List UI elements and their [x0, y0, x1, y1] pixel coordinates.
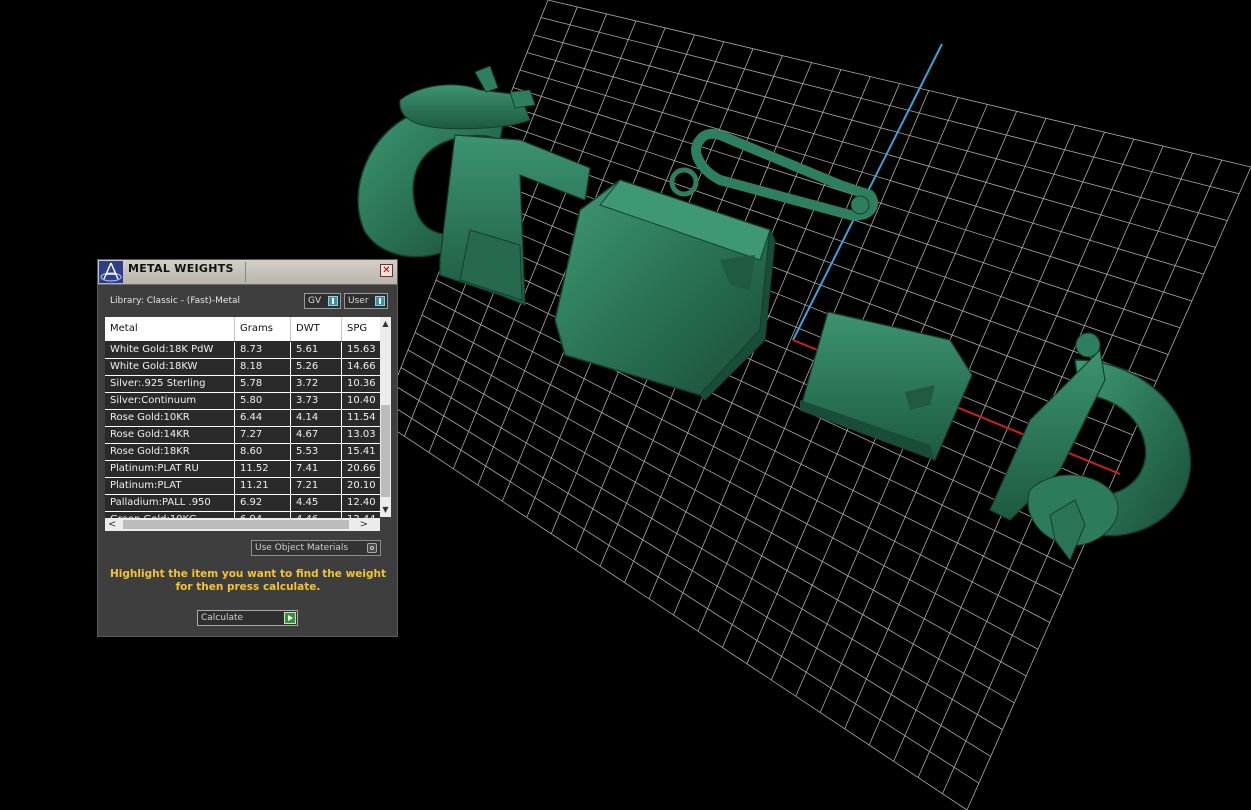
table-row[interactable]: White Gold:18K PdW 8.73 5.61 15.63 [105, 342, 380, 359]
cell-spg: 10.40 [347, 395, 376, 406]
cell-grams: 5.78 [235, 376, 291, 392]
gv-toggle-label: GV [308, 296, 322, 306]
cell-metal: Silver:.925 Sterling [105, 376, 235, 392]
horizontal-scroll-thumb[interactable] [123, 520, 349, 529]
lock-loop [669, 167, 699, 197]
vertical-scrollbar[interactable]: ▲ ▼ [380, 317, 391, 517]
cell-spg: 15.41 [347, 446, 376, 457]
radio-icon[interactable] [367, 543, 377, 553]
gv-toggle[interactable]: GV [304, 293, 341, 309]
grid-line [456, 227, 1098, 516]
table-row[interactable]: Silver:Continuum 5.80 3.73 10.40 [105, 393, 380, 410]
cell-dwt: 4.14 [291, 410, 342, 426]
cell-metal: Silver:Continuum [105, 393, 235, 409]
model-plates[interactable] [799, 311, 973, 461]
cell-dwt: 7.21 [291, 478, 342, 494]
cell-spg: 12.40 [347, 497, 376, 508]
table-row[interactable]: Rose Gold:10KR 6.44 4.14 11.54 [105, 410, 380, 427]
close-icon[interactable]: ✕ [380, 264, 393, 277]
cell-metal: Platinum:PLAT RU [105, 461, 235, 477]
horizontal-scrollbar[interactable]: < > [105, 518, 380, 531]
user-toggle[interactable]: User [344, 293, 388, 309]
play-arrow-icon[interactable] [284, 612, 296, 624]
calculate-button[interactable]: Calculate [197, 610, 298, 626]
table-row[interactable]: Rose Gold:18KR 8.60 5.53 15.41 [105, 444, 380, 461]
user-toggle-label: User [348, 296, 369, 306]
cell-spg: 20.66 [347, 463, 376, 474]
col-header-spg[interactable]: SPG [342, 317, 380, 341]
use-object-materials-label: Use Object Materials [255, 543, 349, 553]
vertical-scroll-thumb[interactable] [381, 405, 390, 497]
library-label: Library: Classic - (Fast)-Metal [110, 296, 241, 306]
table-row[interactable]: Rose Gold:14KR 7.27 4.67 13.03 [105, 427, 380, 444]
cell-grams: 8.18 [235, 359, 291, 375]
metal-table: Metal Grams DWT SPG White Gold:18K PdW 8.… [105, 317, 391, 529]
app-logo-icon [99, 261, 123, 283]
cell-dwt: 7.41 [291, 461, 342, 477]
scroll-down-icon[interactable]: ▼ [380, 505, 391, 515]
cell-metal: Rose Gold:14KR [105, 427, 235, 443]
panel-title: METAL WEIGHTS [128, 262, 234, 275]
cell-metal: Rose Gold:18KR [105, 444, 235, 460]
panel-titlebar[interactable]: METAL WEIGHTS ✕ [98, 260, 397, 285]
model-right-hook[interactable] [989, 332, 1191, 561]
cell-dwt: 5.26 [291, 359, 342, 375]
cell-grams: 11.52 [235, 461, 291, 477]
model-lock-body[interactable] [554, 167, 776, 401]
col-header-grams[interactable]: Grams [235, 317, 291, 341]
cell-dwt: 3.72 [291, 376, 342, 392]
grid-line [379, 419, 968, 810]
table-row[interactable]: Platinum:PLAT 11.21 7.21 20.10 [105, 478, 380, 495]
use-object-materials-toggle[interactable]: Use Object Materials [251, 540, 381, 556]
title-divider [245, 262, 246, 282]
hint-text: Highlight the item you want to find the … [110, 568, 386, 593]
cell-dwt: 5.61 [291, 342, 342, 358]
cell-grams: 8.73 [235, 342, 291, 358]
cell-dwt: 3.73 [291, 393, 342, 409]
cell-spg: 10.36 [347, 378, 376, 389]
grid-line [386, 402, 980, 784]
table-row[interactable]: White Gold:18KW 8.18 5.26 14.66 [105, 359, 380, 376]
cell-grams: 11.21 [235, 478, 291, 494]
cell-metal: Platinum:PLAT [105, 478, 235, 494]
table-row[interactable]: Silver:.925 Sterling 5.78 3.72 10.36 [105, 376, 380, 393]
col-header-dwt[interactable]: DWT [291, 317, 342, 341]
cell-metal: White Gold:18KW [105, 359, 235, 375]
cell-metal: Rose Gold:10KR [105, 410, 235, 426]
scroll-right-icon[interactable]: > [360, 518, 368, 531]
table-row[interactable]: Platinum:PLAT RU 11.52 7.41 20.66 [105, 461, 380, 478]
scroll-left-icon[interactable]: < [108, 518, 116, 531]
table-row[interactable]: Palladium:PALL .950 6.92 4.45 12.40 [105, 495, 380, 512]
scroll-up-icon[interactable]: ▲ [380, 319, 391, 329]
cell-grams: 5.80 [235, 393, 291, 409]
cell-dwt: 4.67 [291, 427, 342, 443]
cell-spg: 20.10 [347, 480, 376, 491]
toggle-knob-icon [375, 296, 385, 306]
cell-metal: White Gold:18K PdW [105, 342, 235, 358]
cell-grams: 6.92 [235, 495, 291, 511]
cell-dwt: 4.45 [291, 495, 342, 511]
cell-grams: 6.44 [235, 410, 291, 426]
calculate-label: Calculate [201, 613, 244, 623]
table-header: Metal Grams DWT SPG [105, 317, 380, 341]
table-body: White Gold:18K PdW 8.73 5.61 15.63 White Gol… [105, 342, 380, 529]
cell-metal: Palladium:PALL .950 [105, 495, 235, 511]
toggle-knob-icon [328, 296, 338, 306]
col-header-metal[interactable]: Metal [105, 317, 235, 341]
cell-spg: 13.03 [347, 429, 376, 440]
cell-spg: 15.63 [347, 344, 376, 355]
metal-weights-panel: METAL WEIGHTS ✕ Library: Classic - (Fast… [97, 259, 398, 637]
cell-grams: 8.60 [235, 444, 291, 460]
cell-dwt: 5.53 [291, 444, 342, 460]
cell-spg: 14.66 [347, 361, 376, 372]
cell-spg: 11.54 [347, 412, 376, 423]
cell-grams: 7.27 [235, 427, 291, 443]
